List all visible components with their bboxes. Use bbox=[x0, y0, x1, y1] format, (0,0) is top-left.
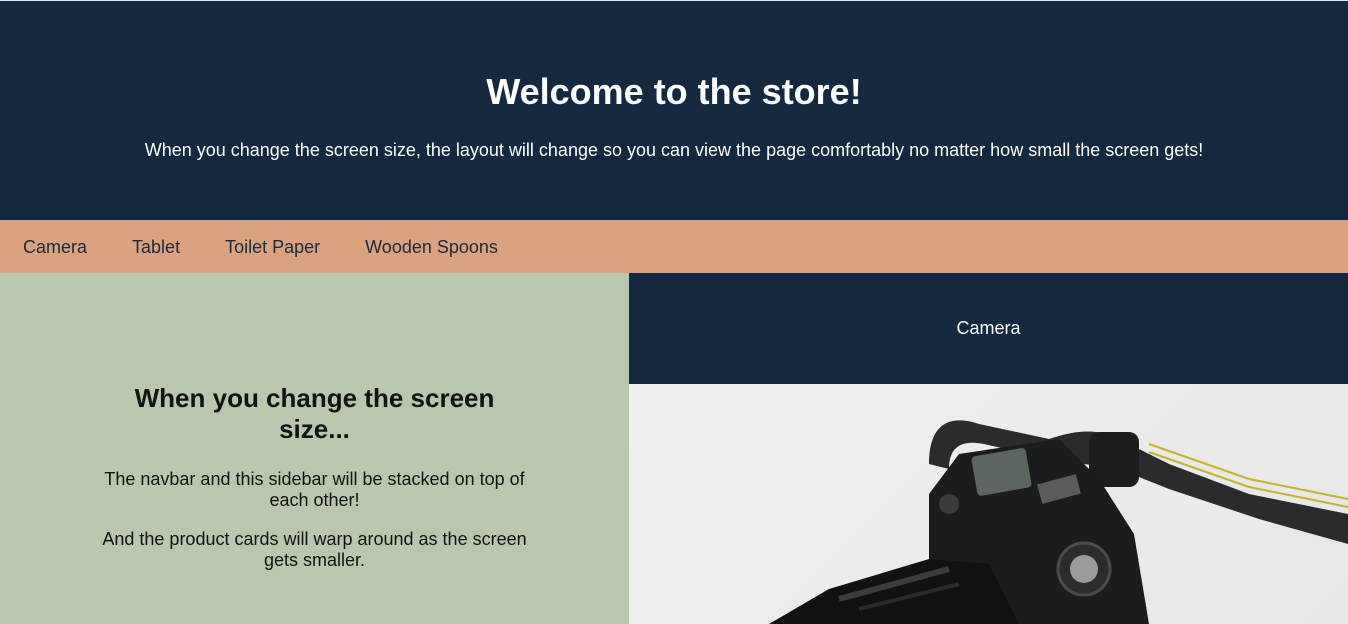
product-card-title: Camera bbox=[629, 273, 1348, 384]
nav-link-camera[interactable]: Camera bbox=[23, 236, 87, 258]
product-card-title-label: Camera bbox=[956, 318, 1021, 338]
main-content: When you change the screen size... The n… bbox=[0, 273, 1348, 624]
sidebar: When you change the screen size... The n… bbox=[0, 273, 629, 624]
nav-link-tablet[interactable]: Tablet bbox=[132, 236, 180, 258]
nav-link-wooden-spoons[interactable]: Wooden Spoons bbox=[365, 236, 498, 258]
product-card-camera[interactable]: Camera bbox=[629, 273, 1348, 624]
page-header: Welcome to the store! When you change th… bbox=[0, 0, 1348, 220]
page-title: Welcome to the store! bbox=[486, 71, 862, 112]
sidebar-paragraph-wrapping: And the product cards will warp around a… bbox=[102, 529, 527, 570]
camera-lens bbox=[769, 559, 1019, 624]
navbar: Camera Tablet Toilet Paper Wooden Spoons bbox=[0, 220, 1348, 273]
sidebar-heading: When you change the screen size... bbox=[134, 383, 495, 444]
shutter-button bbox=[939, 494, 959, 514]
mode-dial-center bbox=[1070, 555, 1098, 583]
nav-link-toilet-paper[interactable]: Toilet Paper bbox=[225, 236, 320, 258]
camera-photo bbox=[629, 384, 1348, 624]
sidebar-paragraph-stacking: The navbar and this sidebar will be stac… bbox=[104, 469, 525, 510]
camera-illustration bbox=[769, 420, 1348, 624]
page-subtitle: When you change the screen size, the lay… bbox=[144, 140, 1204, 160]
